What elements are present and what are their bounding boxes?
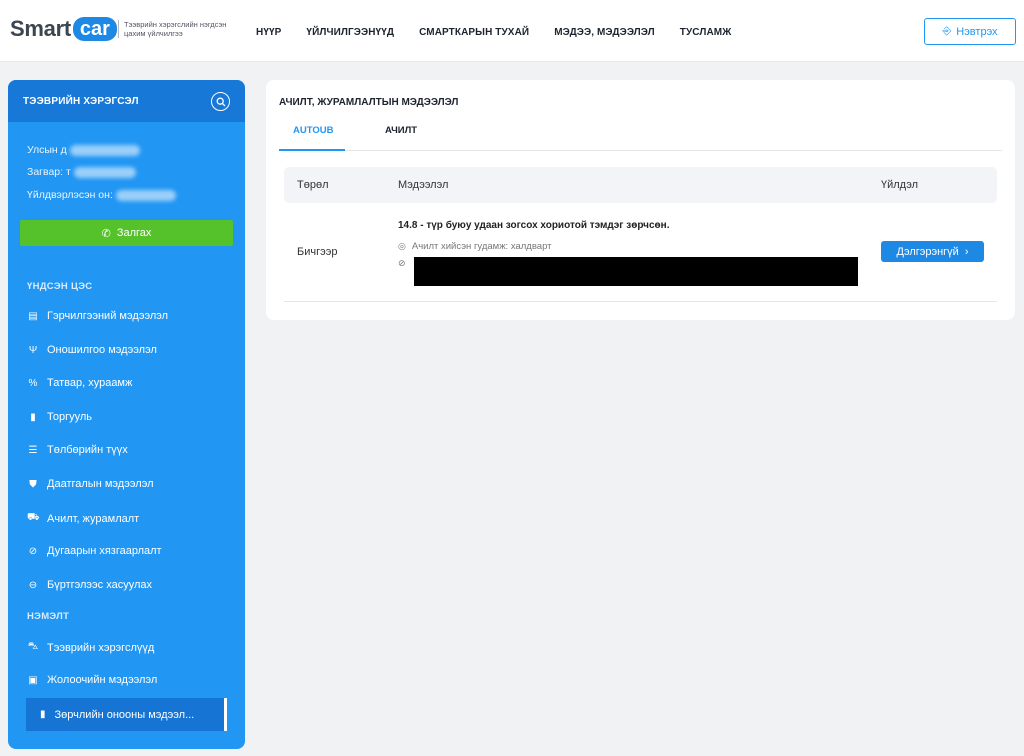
sidebar-item-plate-restriction[interactable]: ⊘ Дугаарын хязгаарлалт <box>27 545 162 557</box>
receipt-icon: ▮ <box>30 411 36 423</box>
year-row: Үйлдвэрлэсэн он: <box>27 189 176 201</box>
plate-label: Улсын д <box>27 144 67 156</box>
sidebar-item-vehicles[interactable]: ⛍ Тээврийн хэрэгслүүд <box>27 641 154 654</box>
details-button[interactable]: Дэлгэрэнгүй › <box>881 241 984 262</box>
row-violation-title: 14.8 - түр буюу удаан зогсох хориотой тэ… <box>398 220 670 231</box>
search-icon[interactable] <box>211 92 230 111</box>
column-header-type: Төрөл <box>297 179 329 191</box>
logo-tagline: Тээврийн хэрэгслийн нэгдсэн цахим үйлчил… <box>118 20 230 38</box>
percent-icon: % <box>28 377 38 389</box>
sidebar-item-label: Торгууль <box>47 411 93 423</box>
redacted-info <box>414 257 858 286</box>
year-value-blurred <box>115 189 176 201</box>
sidebar-item-deregister[interactable]: ⊖ Бүртгэлээс хасуулах <box>27 579 152 591</box>
sidebar-item-towing[interactable]: ⛟ Ачилт, журамлалт <box>27 512 139 525</box>
file-icon: ▮ <box>40 709 46 720</box>
tab-achilt[interactable]: АЧИЛТ <box>385 125 417 136</box>
location-pin-icon: ◎ <box>398 241 406 251</box>
row-type: Бичгээр <box>297 246 338 258</box>
call-label: Залгах <box>116 227 152 239</box>
sidebar-item-diagnostics[interactable]: Ψ Оношилгоо мэдээлэл <box>27 344 157 356</box>
plate-number-row: Улсын д <box>27 144 140 156</box>
year-label: Үйлдвэрлэсэн он: <box>27 189 113 201</box>
sidebar-item-label: Жолоочийн мэдээлэл <box>47 674 158 686</box>
towing-info-card: АЧИЛТ, ЖУРАМЛАЛТЫН МЭДЭЭЛЭЛ AUTOUB АЧИЛТ… <box>266 80 1015 320</box>
sidebar-item-tax[interactable]: % Татвар, хураамж <box>27 377 133 389</box>
sidebar-item-label: Дугаарын хязгаарлалт <box>47 545 162 557</box>
nav-about[interactable]: СМАРТКАРЫН ТУХАЙ <box>419 27 529 38</box>
nav-help[interactable]: ТУСЛАМЖ <box>680 27 732 38</box>
stethoscope-icon: Ψ <box>28 344 38 356</box>
sidebar-item-label: Татвар, хураамж <box>47 377 133 389</box>
top-header: Smart car Тээврийн хэрэгслийн нэгдсэн ца… <box>0 0 1024 62</box>
sidebar-item-fines[interactable]: ▮ Торгууль <box>27 411 92 423</box>
list-icon: ☰ <box>28 444 38 456</box>
nav-services[interactable]: ҮЙЛЧИЛГЭЭНҮҮД <box>306 27 394 38</box>
call-button[interactable]: ✆ Залгах <box>20 220 233 246</box>
sidebar-title: ТЭЭВРИЙН ХЭРЭГСЭЛ <box>23 96 139 107</box>
details-label: Дэлгэрэнгүй <box>896 245 959 258</box>
logo-text-car: car <box>72 17 117 41</box>
column-header-info: Мэдээлэл <box>398 179 449 191</box>
logo-text-smart: Smart <box>10 16 71 41</box>
sidebar-item-driver-info[interactable]: ▣ Жолоочийн мэдээлэл <box>27 674 157 686</box>
sidebar-item-label: Зөрчлийн онооны мэдээл... <box>54 708 195 721</box>
sidebar-item-violation-points[interactable]: ▮ Зөрчлийн онооны мэдээл... <box>26 698 227 731</box>
model-row: Загвар: т <box>27 166 136 178</box>
table-row: Бичгээр 14.8 - түр буюу удаан зогсох хор… <box>284 210 997 302</box>
document-icon: ▤ <box>28 310 38 322</box>
model-label: Загвар: т <box>27 166 71 178</box>
login-icon: ⎆ <box>942 25 952 37</box>
sidebar-item-label: Ачилт, журамлалт <box>47 512 140 525</box>
sidebar-item-label: Бүртгэлээс хасуулах <box>47 579 153 591</box>
ban-icon: ⊘ <box>28 545 38 557</box>
sidebar-item-insurance[interactable]: ⛊ Даатгалын мэдээлэл <box>27 478 154 490</box>
chevron-right-icon: › <box>964 245 969 258</box>
sidebar-item-label: Оношилгоо мэдээлэл <box>47 344 157 356</box>
minus-circle-icon: ⊖ <box>28 579 38 591</box>
extra-menu-label: НЭМЭЛТ <box>27 611 70 622</box>
sidebar-item-label: Төлбөрийн түүх <box>47 444 128 456</box>
row-location: ◎ Ачилт хийсэн гудамж: халдварт <box>398 241 552 252</box>
sidebar-item-certificate[interactable]: ▤ Гэрчилгээний мэдээлэл <box>27 310 168 322</box>
sidebar-header: ТЭЭВРИЙН ХЭРЭГСЭЛ <box>8 80 245 122</box>
tow-truck-icon: ⛟ <box>27 512 40 523</box>
car-icon: ⛍ <box>27 641 39 652</box>
main-menu-label: ҮНДСЭН ЦЭС <box>27 281 93 292</box>
row-location-text: Ачилт хийсэн гудамж: халдварт <box>411 241 552 252</box>
model-value-blurred <box>73 166 136 178</box>
table-header: Төрөл Мэдээлэл Үйлдэл <box>284 167 997 203</box>
phone-icon: ✆ <box>101 227 111 240</box>
tab-bar: AUTOUB АЧИЛТ <box>279 120 1002 151</box>
tab-autoub[interactable]: AUTOUB <box>293 125 333 136</box>
nav-home[interactable]: НҮҮР <box>256 27 281 38</box>
plate-value-blurred <box>69 144 140 156</box>
compass-icon: ⊘ <box>398 258 406 268</box>
sidebar-item-label: Гэрчилгээний мэдээлэл <box>47 310 169 322</box>
column-header-action: Үйлдэл <box>881 179 919 191</box>
login-label: Нэвтрэх <box>956 25 998 38</box>
main-nav: НҮҮР ҮЙЛЧИЛГЭЭНҮҮД СМАРТКАРЫН ТУХАЙ МЭДЭ… <box>256 27 756 38</box>
sidebar-item-label: Даатгалын мэдээлэл <box>47 478 154 490</box>
sidebar-item-payment-history[interactable]: ☰ Төлбөрийн түүх <box>27 444 128 456</box>
sidebar-item-label: Тээврийн хэрэгслүүд <box>47 641 155 654</box>
shield-icon: ⛊ <box>29 478 37 490</box>
smartcar-logo[interactable]: Smart car <box>10 16 117 42</box>
nav-news[interactable]: МЭДЭЭ, МЭДЭЭЛЭЛ <box>554 27 655 38</box>
active-tab-indicator <box>279 149 345 151</box>
login-button[interactable]: ⎆ Нэвтрэх <box>924 18 1016 45</box>
vehicle-sidebar: ТЭЭВРИЙН ХЭРЭГСЭЛ Улсын д Загвар: т Үйлд… <box>8 80 245 749</box>
id-card-icon: ▣ <box>28 674 38 686</box>
page-title: АЧИЛТ, ЖУРАМЛАЛТЫН МЭДЭЭЛЭЛ <box>279 97 459 108</box>
